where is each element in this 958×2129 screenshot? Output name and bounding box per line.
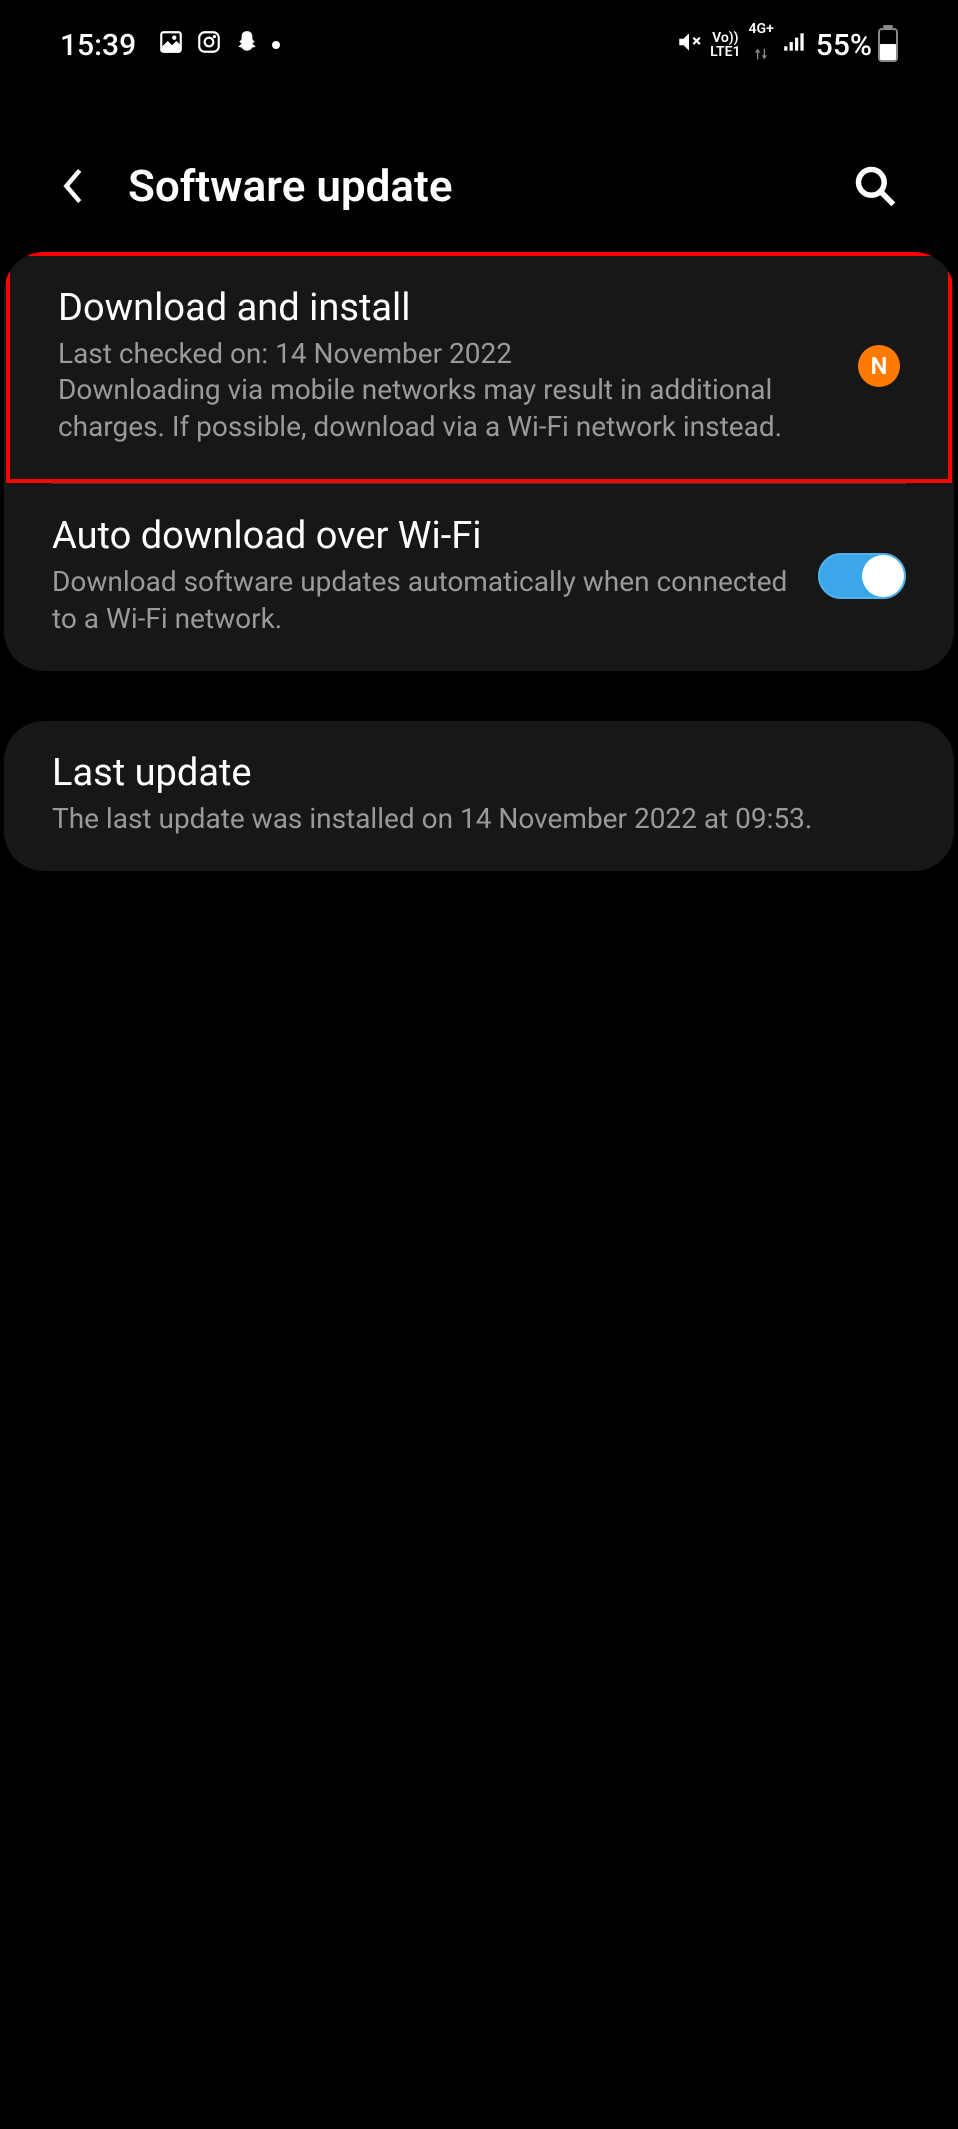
mute-icon xyxy=(676,29,702,62)
auto-download-wifi-item[interactable]: Auto download over Wi-Fi Download softwa… xyxy=(4,484,954,671)
data-arrows-icon xyxy=(752,36,770,69)
back-button[interactable] xyxy=(48,161,98,211)
download-and-install-item[interactable]: Download and install Last checked on: 14… xyxy=(10,256,948,479)
search-icon xyxy=(853,164,897,208)
item-subtitle: Download software updates automatically … xyxy=(52,564,798,637)
status-time: 15:39 xyxy=(60,28,136,63)
gallery-icon xyxy=(158,29,184,62)
toggle-knob xyxy=(862,555,904,597)
search-button[interactable] xyxy=(850,161,900,211)
status-right: Vo)) LTE1 4G+ 55% xyxy=(676,22,898,69)
item-title: Auto download over Wi-Fi xyxy=(52,514,798,558)
item-title: Last update xyxy=(52,751,906,795)
annotation-highlight: Download and install Last checked on: 14… xyxy=(6,252,952,483)
last-update-item[interactable]: Last update The last update was installe… xyxy=(4,721,954,871)
network-type-indicator: 4G+ xyxy=(749,22,774,69)
instagram-icon xyxy=(196,29,222,62)
auto-download-toggle[interactable] xyxy=(818,553,906,599)
more-notifications-dot xyxy=(272,41,280,49)
signal-icon xyxy=(782,29,808,62)
volte-indicator: Vo)) LTE1 xyxy=(710,31,740,59)
item-subtitle: Last checked on: 14 November 2022 Downlo… xyxy=(58,336,838,445)
status-bar: 15:39 Vo)) LTE1 4G+ 55% xyxy=(0,0,958,70)
settings-card-last-update: Last update The last update was installe… xyxy=(4,721,954,871)
item-subtitle: The last update was installed on 14 Nove… xyxy=(52,801,906,837)
item-title: Download and install xyxy=(58,286,838,330)
status-left: 15:39 xyxy=(60,28,280,63)
notification-badge: N xyxy=(858,345,900,387)
page-header: Software update xyxy=(0,120,958,242)
settings-card-updates: Download and install Last checked on: 14… xyxy=(4,252,954,671)
page-title: Software update xyxy=(128,160,820,212)
snapchat-icon xyxy=(234,29,260,62)
chevron-left-icon xyxy=(57,166,89,206)
battery-icon xyxy=(878,28,898,62)
battery-indicator: 55% xyxy=(816,28,898,63)
